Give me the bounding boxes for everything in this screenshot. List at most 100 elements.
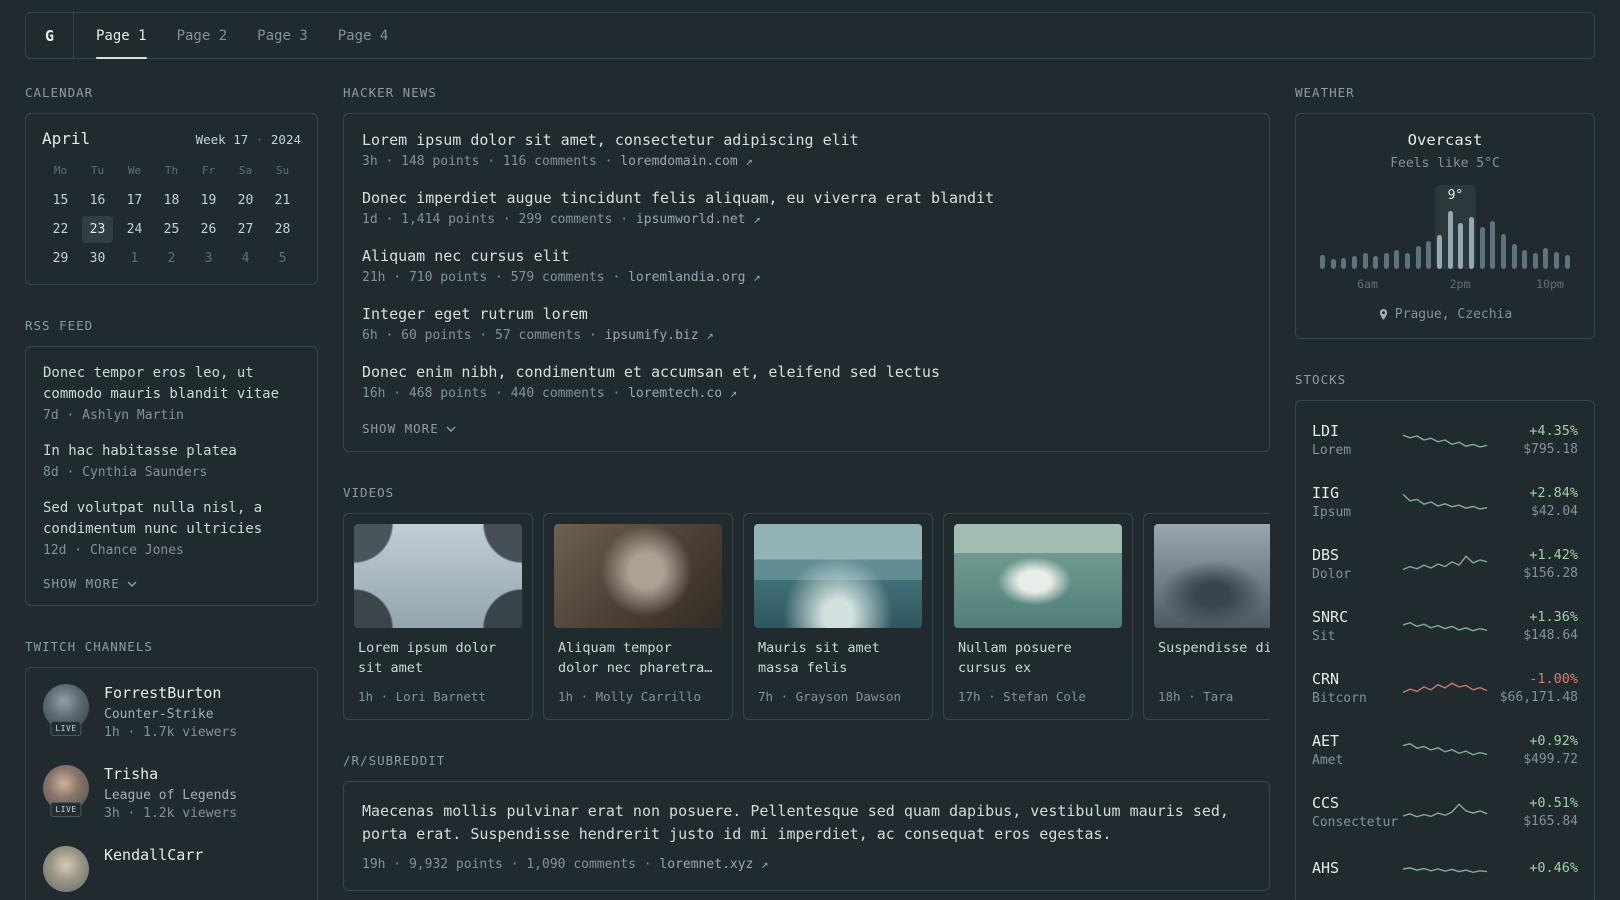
stock-sparkline: [1402, 867, 1488, 874]
stock-values: +4.35% $795.18: [1489, 423, 1578, 457]
video-meta: 1h · Lori Barnett: [358, 689, 486, 704]
hn-item-title[interactable]: Lorem ipsum dolor sit amet, consectetur …: [362, 131, 1251, 149]
stock-symbol[interactable]: CCS: [1312, 794, 1401, 812]
hn-domain-link[interactable]: loremdomain.com: [620, 154, 737, 169]
external-link-icon: ↗: [745, 154, 753, 168]
hn-item-meta: 1d · 1,414 points · 299 comments · ipsum…: [362, 212, 1251, 227]
rss-item-meta: 7d · Ashlyn Martin: [43, 408, 184, 423]
external-link-icon: ↗: [753, 212, 761, 226]
hn-show-more-button[interactable]: SHOW MORE: [362, 421, 1251, 436]
video-title[interactable]: Suspendisse diam: [1158, 638, 1270, 679]
twitch-channel-row: LIVE ForrestBurton Counter-Strike 1h · 1…: [43, 684, 300, 740]
stock-change: +1.42%: [1529, 547, 1578, 563]
weather-axis-label: 10pm: [1536, 277, 1564, 291]
stock-sparkline: [1402, 682, 1488, 694]
tab-page-4[interactable]: Page 4: [338, 13, 389, 58]
weather-bar: [1479, 227, 1485, 269]
video-thumbnail[interactable]: [954, 524, 1122, 628]
show-more-label: SHOW MORE: [43, 576, 120, 591]
video-title[interactable]: Nullam posuere cursus ex: [958, 638, 1118, 679]
video-title[interactable]: Aliquam tempor dolor nec pharetra…: [558, 638, 718, 679]
stock-values: +2.84% $42.04: [1489, 485, 1578, 519]
tab-page-1[interactable]: Page 1: [96, 13, 147, 59]
stock-id: AHS: [1312, 859, 1401, 880]
hn-item-title[interactable]: Aliquam nec cursus elit: [362, 247, 1251, 265]
weather-bar: [1383, 253, 1389, 269]
hn-domain-link[interactable]: loremtech.co: [628, 386, 722, 401]
weather-bar: [1522, 250, 1528, 269]
show-more-label: SHOW MORE: [362, 421, 439, 436]
video-meta: 18h · Tara: [1158, 689, 1234, 704]
hn-domain-link[interactable]: ipsumworld.net: [636, 212, 746, 227]
hn-item-title[interactable]: Integer eget rutrum lorem: [362, 305, 1251, 323]
hackernews-card: Lorem ipsum dolor sit amet, consectetur …: [343, 113, 1270, 452]
stock-symbol[interactable]: IIG: [1312, 484, 1401, 502]
video-thumbnail[interactable]: [554, 524, 722, 628]
weather-axis-label: 6am: [1357, 277, 1378, 291]
channel-name[interactable]: ForrestBurton: [104, 684, 237, 702]
app-logo[interactable]: G: [26, 13, 73, 58]
calendar-day: 15: [52, 193, 69, 208]
calendar-day: 24: [126, 222, 143, 237]
tab-page-2[interactable]: Page 2: [177, 13, 228, 58]
rss-item-title[interactable]: In hac habitasse platea: [43, 441, 300, 462]
channel-name[interactable]: KendallCarr: [104, 846, 203, 864]
video-card: Suspendisse diam 18h · Tara: [1143, 513, 1270, 720]
video-thumbnail[interactable]: [754, 524, 922, 628]
stock-values: +0.51% $165.84: [1489, 795, 1578, 829]
hn-item-meta: 21h · 710 points · 579 comments · loreml…: [362, 270, 1251, 285]
stock-spark-wrap: [1401, 613, 1489, 639]
weather-bar: [1468, 217, 1474, 269]
stock-price: $156.28: [1523, 566, 1578, 581]
hn-meta-text: 3h · 148 points · 116 comments ·: [362, 154, 613, 169]
channel-name[interactable]: Trisha: [104, 765, 237, 783]
calendar-day: 27: [237, 222, 254, 237]
tab-page-3[interactable]: Page 3: [257, 13, 308, 58]
calendar-day: 22: [52, 222, 69, 237]
stock-symbol[interactable]: AET: [1312, 732, 1401, 750]
page-tabs: Page 1 Page 2 Page 3 Page 4: [74, 13, 389, 59]
location-pin-icon: [1378, 308, 1389, 321]
stock-values: -1.00% $66,171.48: [1489, 671, 1578, 705]
weather-bar: [1543, 248, 1549, 269]
stock-spark-wrap: [1401, 427, 1489, 453]
stock-change: +0.92%: [1529, 733, 1578, 749]
subreddit-post-text[interactable]: Maecenas mollis pulvinar erat non posuer…: [362, 800, 1251, 847]
hn-domain-link[interactable]: loremlandia.org: [628, 270, 745, 285]
left-column: CALENDAR April Week 17 · 2024 Mo Tu We T…: [25, 85, 318, 900]
rss-item-title[interactable]: Donec tempor eros leo, ut commodo mauris…: [43, 363, 300, 405]
video-title[interactable]: Mauris sit amet massa felis: [758, 638, 918, 679]
stock-symbol[interactable]: CRN: [1312, 670, 1401, 688]
stock-symbol[interactable]: SNRC: [1312, 608, 1401, 626]
stock-symbol[interactable]: AHS: [1312, 859, 1401, 877]
twitch-widget: TWITCH CHANNELS LIVE ForrestBurton Count…: [25, 639, 318, 900]
hackernews-widget: HACKER NEWS Lorem ipsum dolor sit amet, …: [343, 85, 1270, 452]
channel-game: League of Legends: [104, 788, 238, 803]
hn-domain-link[interactable]: ipsumify.biz: [605, 328, 699, 343]
hn-meta-text: 16h · 468 points · 440 comments ·: [362, 386, 621, 401]
stock-change: +0.51%: [1529, 795, 1578, 811]
weather-bar: [1500, 234, 1506, 269]
weather-bar: [1511, 244, 1517, 269]
calendar-day-next-month: 5: [278, 251, 287, 266]
rss-item-title[interactable]: Sed volutpat nulla nisl, a condimentum n…: [43, 498, 300, 540]
rss-show-more-button[interactable]: SHOW MORE: [43, 576, 300, 591]
weather-bar: [1373, 256, 1379, 269]
subreddit-domain-link[interactable]: loremnet.xyz: [659, 857, 753, 872]
channel-avatar[interactable]: [43, 846, 89, 892]
hn-item-title[interactable]: Donec enim nibh, condimentum et accumsan…: [362, 363, 1251, 381]
stock-sparkline: [1402, 743, 1488, 756]
stock-symbol[interactable]: LDI: [1312, 422, 1401, 440]
stock-name: Consectetur: [1312, 815, 1399, 830]
channel-meta: 1h · 1.7k viewers: [104, 725, 238, 740]
video-thumbnail[interactable]: [354, 524, 522, 628]
hn-item-title[interactable]: Donec imperdiet augue tincidunt felis al…: [362, 189, 1251, 207]
hn-item: Lorem ipsum dolor sit amet, consectetur …: [362, 131, 1251, 169]
stock-symbol[interactable]: DBS: [1312, 546, 1401, 564]
stock-name: Ipsum: [1312, 505, 1352, 520]
stock-change: +2.84%: [1529, 485, 1578, 501]
video-thumbnail[interactable]: [1154, 524, 1270, 628]
video-title[interactable]: Lorem ipsum dolor sit amet consectetu…: [358, 638, 518, 679]
stock-price: $66,171.48: [1499, 690, 1578, 705]
calendar-widget: CALENDAR April Week 17 · 2024 Mo Tu We T…: [25, 85, 318, 285]
